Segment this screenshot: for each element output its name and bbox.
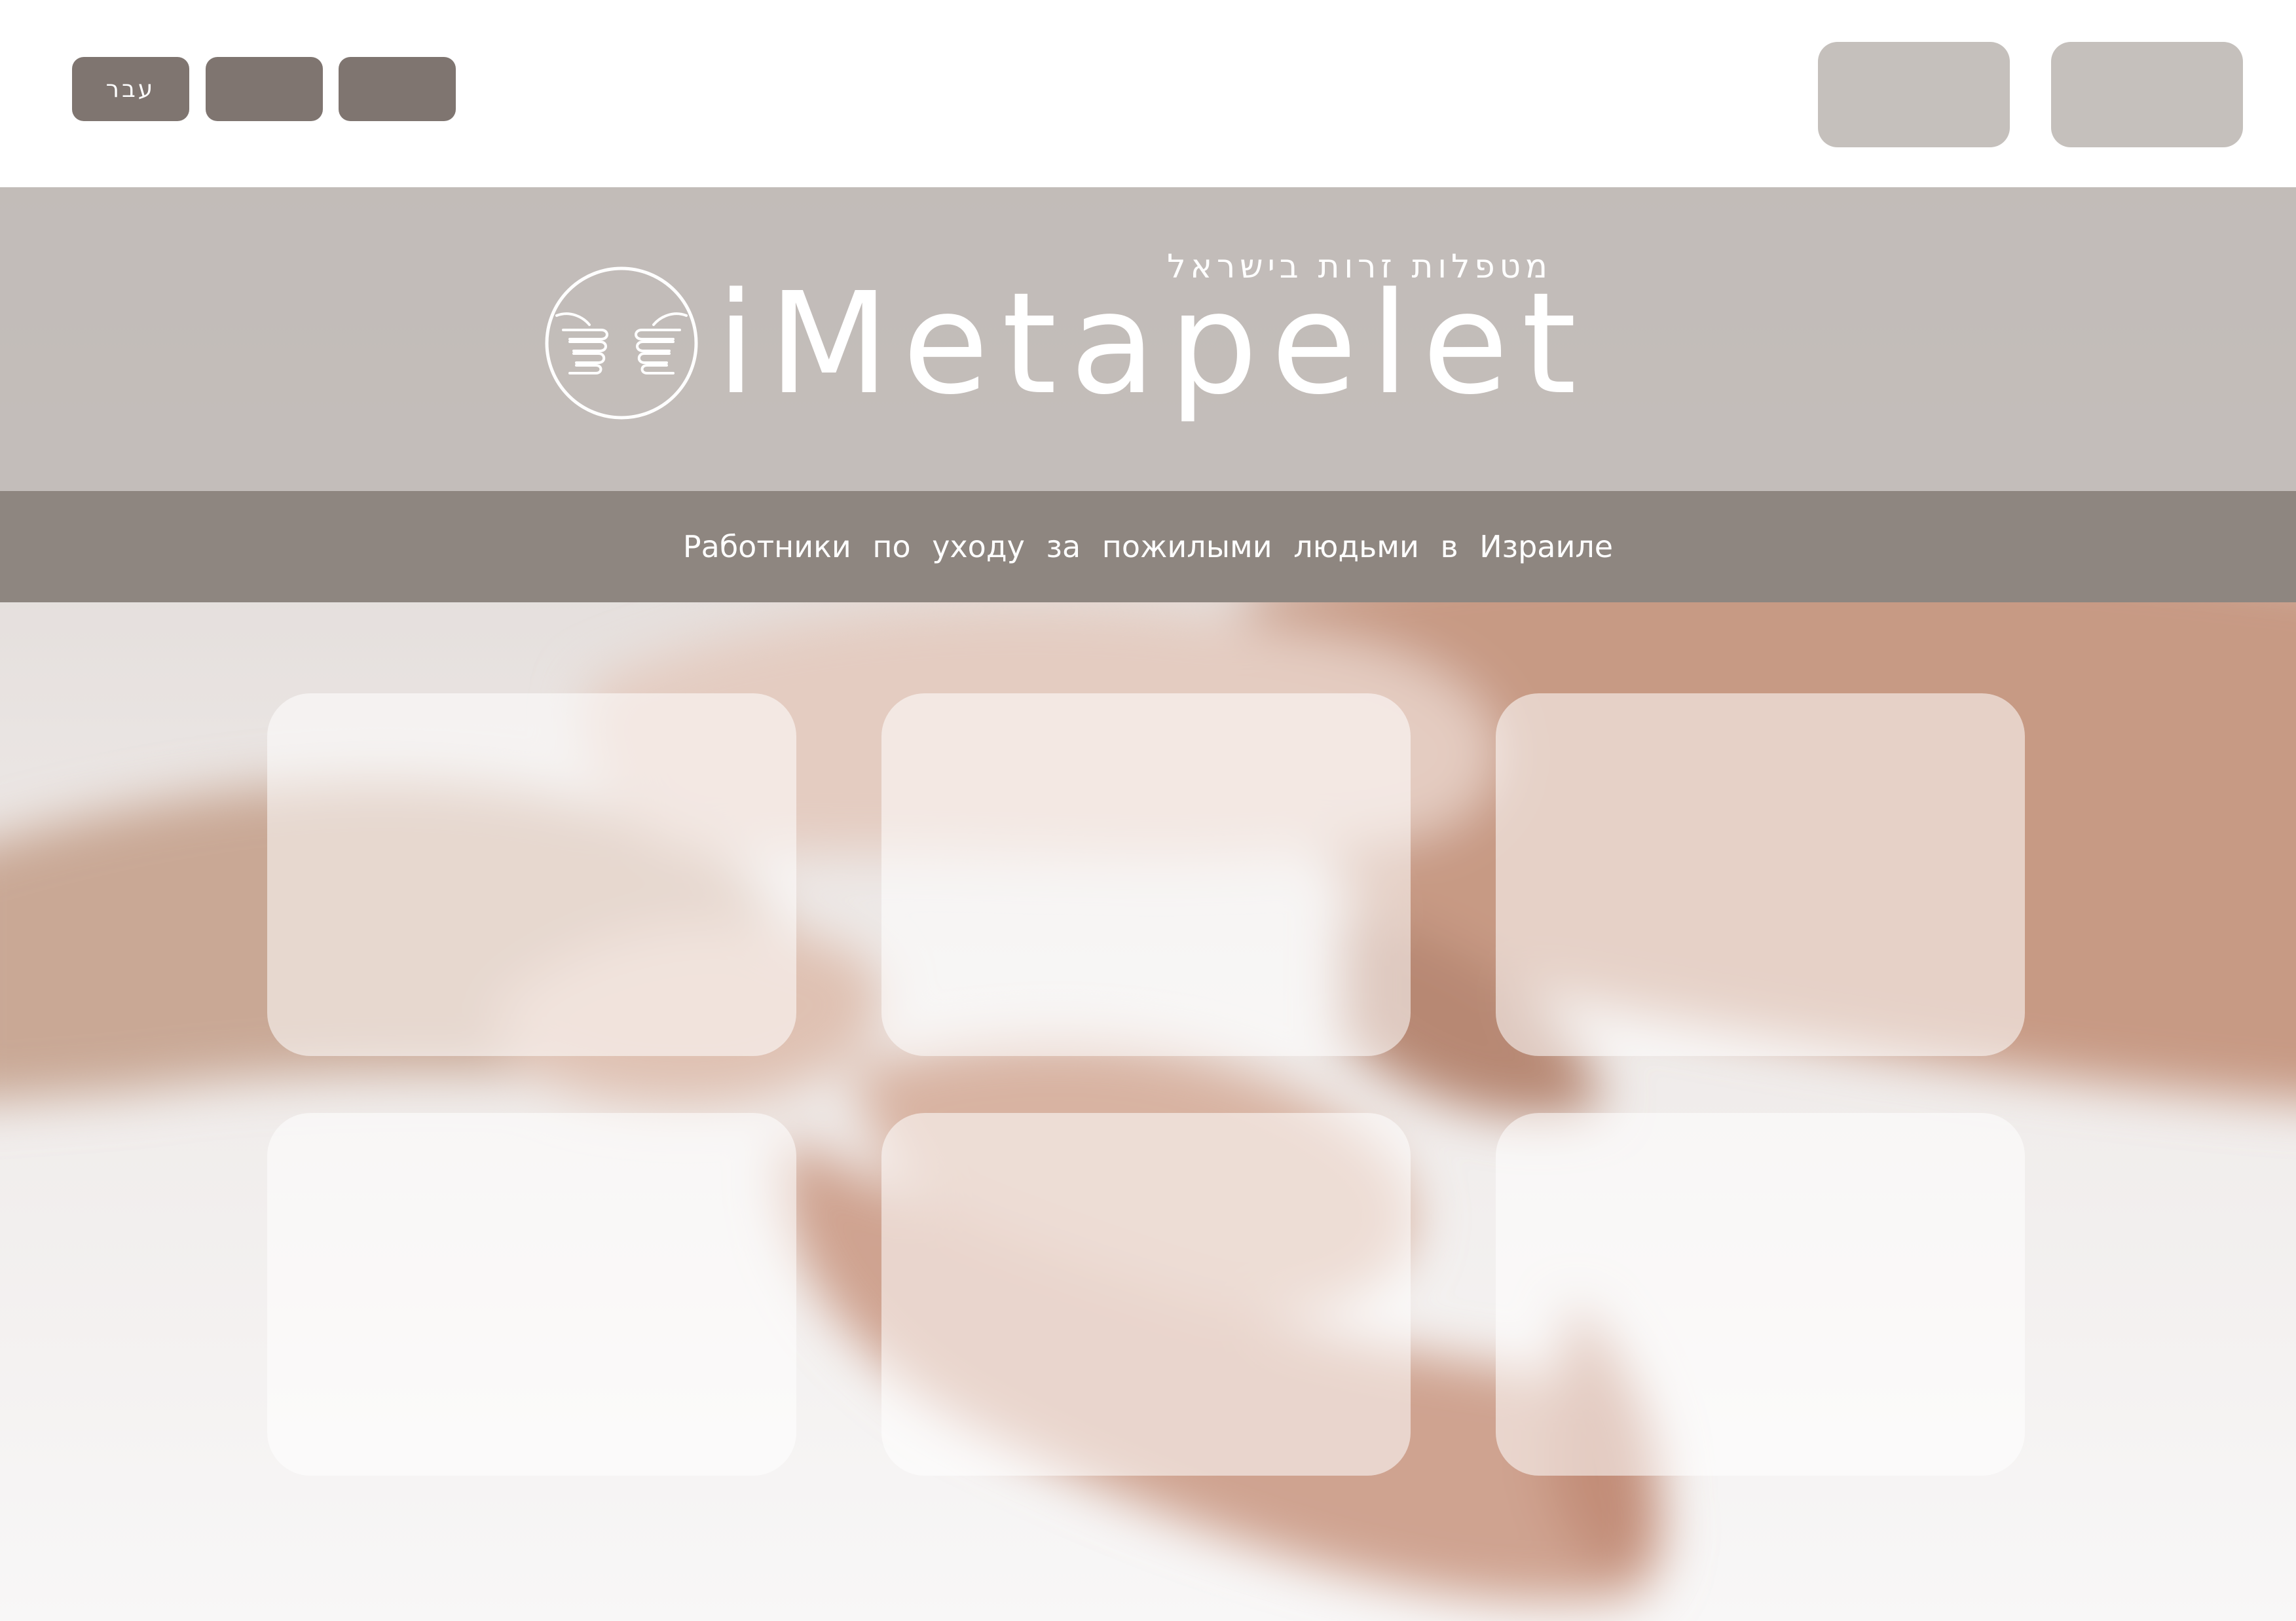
lang-button-hebrew[interactable]: עבר <box>72 57 189 121</box>
tile-5[interactable] <box>881 1113 1411 1476</box>
hands-circle-icon <box>545 266 698 420</box>
header-action-button-2[interactable] <box>2051 42 2243 147</box>
russian-subtitle: Работники по уходу за пожилыми людьми в … <box>682 529 1614 564</box>
tile-6[interactable] <box>1496 1113 2025 1476</box>
brand-logo-text: iMetapelet <box>716 263 1590 426</box>
hero-section: מטפלות זרות בישראל iMetapelet Работники … <box>0 187 2296 1621</box>
tile-2[interactable] <box>881 693 1411 1056</box>
tile-3[interactable] <box>1496 693 2025 1056</box>
tile-4[interactable] <box>267 1113 796 1476</box>
tile-1[interactable] <box>267 693 796 1056</box>
header-action-button-1[interactable] <box>1818 42 2010 147</box>
lang-button-3[interactable] <box>339 57 456 121</box>
page: עבר מטפלות זרות בישראל iMetapelet Работн… <box>0 0 2296 1621</box>
lang-button-label: עבר <box>105 75 156 103</box>
lang-button-2[interactable] <box>206 57 323 121</box>
